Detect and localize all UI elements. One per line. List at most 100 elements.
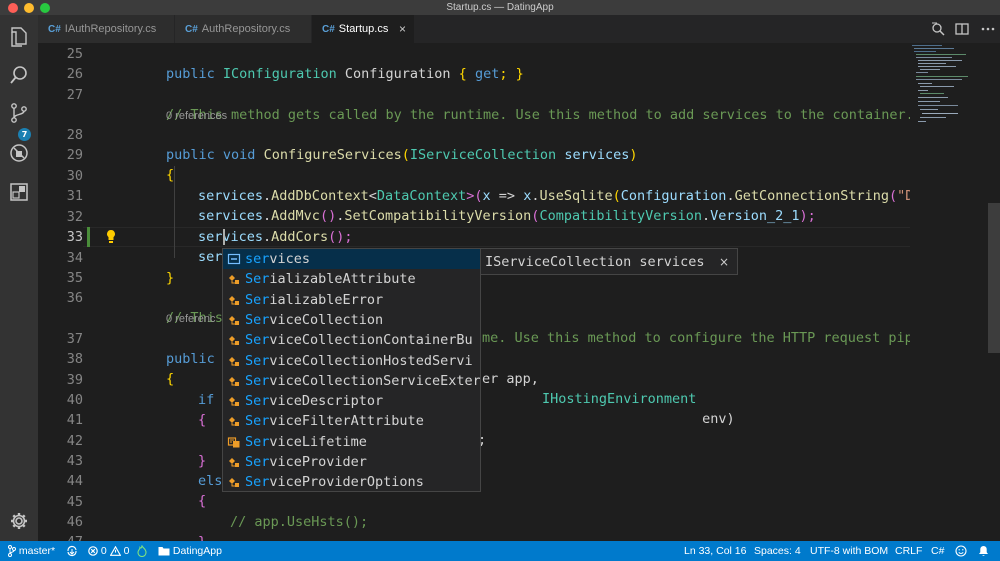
debug-icon[interactable] bbox=[7, 141, 31, 165]
sync-icon[interactable] bbox=[66, 541, 78, 561]
line-number: 39 bbox=[66, 372, 83, 388]
smiley-feedback-icon[interactable] bbox=[955, 541, 967, 561]
status-indentation[interactable]: Spaces: 4 bbox=[754, 541, 801, 561]
line-number: 44 bbox=[66, 473, 83, 489]
line-number: 28 bbox=[66, 127, 83, 143]
suggest-item[interactable]: ServiceProvider bbox=[223, 452, 480, 472]
minimap[interactable] bbox=[910, 43, 988, 541]
suggest-item[interactable]: ServiceCollectionHostedServi bbox=[223, 351, 480, 371]
code-line: 27 // This method gets called by the run… bbox=[38, 85, 910, 123]
line-number: 32 bbox=[66, 209, 83, 225]
code-line: 30 services.AddDbContext<DataContext>(x … bbox=[38, 166, 910, 204]
status-problems[interactable]: 0 0 bbox=[88, 541, 129, 561]
search-icon[interactable] bbox=[7, 63, 31, 87]
more-actions-icon[interactable] bbox=[980, 21, 996, 37]
line-number: 26 bbox=[66, 66, 83, 82]
code-line: 26 bbox=[38, 64, 910, 84]
class-icon bbox=[227, 354, 241, 368]
window-title-bar: Startup.cs — DatingApp bbox=[0, 0, 1000, 15]
suggest-item[interactable]: ServiceCollection bbox=[223, 310, 480, 330]
line-number: 31 bbox=[66, 188, 83, 204]
status-eol[interactable]: CRLF bbox=[895, 541, 922, 561]
open-changes-icon[interactable] bbox=[930, 21, 946, 37]
class-icon bbox=[227, 455, 241, 469]
project-name: DatingApp bbox=[172, 545, 222, 557]
tab-close-icon[interactable]: × bbox=[399, 15, 406, 43]
status-branch[interactable]: master* bbox=[8, 541, 55, 561]
suggest-item[interactable]: ServiceProviderOptions bbox=[223, 472, 480, 492]
enum-icon bbox=[227, 435, 241, 449]
status-language[interactable]: C# bbox=[931, 541, 944, 561]
line-number: 33 bbox=[66, 229, 83, 245]
branch-name: master* bbox=[18, 545, 56, 557]
flame-icon[interactable] bbox=[137, 541, 147, 561]
line-number: 25 bbox=[66, 46, 83, 62]
window-title: Startup.cs — DatingApp bbox=[446, 2, 554, 13]
class-icon bbox=[227, 394, 241, 408]
split-editor-icon[interactable] bbox=[954, 21, 970, 37]
tab-label: IAuthRepository.cs bbox=[64, 23, 157, 35]
close-icon[interactable]: × bbox=[719, 249, 729, 275]
status-encoding[interactable]: UTF-8 with BOM bbox=[810, 541, 888, 561]
explorer-icon[interactable] bbox=[7, 25, 31, 49]
code-line-active: 33 ser bbox=[38, 227, 910, 265]
window-close-button[interactable] bbox=[8, 3, 18, 13]
line-number: 35 bbox=[66, 270, 83, 286]
window-maximize-button[interactable] bbox=[40, 3, 50, 13]
status-cursor-position[interactable]: Ln 33, Col 16 bbox=[684, 541, 746, 561]
line-number: 36 bbox=[66, 290, 83, 306]
activity-bar: 7 bbox=[0, 15, 38, 541]
suggest-item[interactable]: SerializableAttribute bbox=[223, 269, 480, 289]
suggest-detail-signature: IServiceCollection services bbox=[485, 254, 705, 270]
line-number: 42 bbox=[66, 433, 83, 449]
error-icon bbox=[88, 546, 98, 557]
tab-label: AuthRepository.cs bbox=[201, 23, 291, 35]
warning-count: 0 bbox=[123, 545, 130, 557]
suggest-item-services[interactable]: services bbox=[223, 249, 480, 270]
line-number: 38 bbox=[66, 351, 83, 367]
source-control-badge: 7 bbox=[18, 128, 31, 141]
suggest-item[interactable]: ServiceDescriptor bbox=[223, 391, 480, 411]
class-icon bbox=[227, 374, 241, 388]
class-icon bbox=[227, 333, 241, 347]
tab-authrepository[interactable]: C# AuthRepository.cs bbox=[175, 15, 311, 43]
tab-iauthrepository[interactable]: C# IAuthRepository.cs bbox=[38, 15, 174, 43]
settings-gear-icon[interactable] bbox=[7, 509, 31, 533]
code-line: 31 services.AddMvc().SetCompatibilityVer… bbox=[38, 186, 910, 224]
field-icon bbox=[227, 252, 241, 266]
codelens-references[interactable]: 0 referenc bbox=[166, 311, 216, 327]
folder-icon bbox=[158, 547, 170, 556]
window-minimize-button[interactable] bbox=[24, 3, 34, 13]
notifications-bell-icon[interactable] bbox=[978, 541, 989, 561]
status-bar: master* 0 0 DatingApp Ln 33, Col 16 Spac… bbox=[0, 541, 1000, 561]
tab-startup[interactable]: C# Startup.cs × bbox=[312, 15, 414, 43]
line-number: 34 bbox=[66, 250, 83, 266]
csharp-file-icon: C# bbox=[48, 24, 61, 35]
warning-icon bbox=[109, 546, 121, 557]
csharp-file-icon: C# bbox=[322, 24, 335, 35]
line-number: 46 bbox=[66, 514, 83, 530]
codelens-references[interactable]: 0 references bbox=[166, 108, 227, 124]
suggest-item[interactable]: ServiceCollectionServiceExter bbox=[223, 371, 480, 391]
class-icon bbox=[227, 272, 241, 286]
code-line: 29 { bbox=[38, 145, 910, 183]
source-control-icon[interactable] bbox=[7, 101, 31, 125]
status-project[interactable]: DatingApp bbox=[158, 541, 222, 561]
line-number: 29 bbox=[66, 147, 83, 163]
suggest-details-panel: IServiceCollection services × bbox=[481, 248, 738, 275]
code-line: 47 bbox=[38, 532, 910, 541]
lightbulb-icon[interactable] bbox=[105, 229, 117, 245]
suggest-item[interactable]: SerializableError bbox=[223, 290, 480, 310]
scrollbar-thumb[interactable] bbox=[988, 203, 1000, 353]
line-number: 40 bbox=[66, 392, 83, 408]
suggest-item[interactable]: ServiceFilterAttribute bbox=[223, 411, 480, 431]
class-icon bbox=[227, 313, 241, 327]
text-cursor bbox=[223, 229, 225, 245]
autocomplete-suggest-list[interactable]: services SerializableAttribute Serializa… bbox=[222, 248, 481, 492]
suggest-item[interactable]: ServiceLifetime bbox=[223, 432, 480, 452]
extensions-icon[interactable] bbox=[7, 180, 31, 204]
suggest-item[interactable]: ServiceCollectionContainerBu bbox=[223, 330, 480, 350]
vertical-scrollbar[interactable] bbox=[988, 43, 1000, 541]
editor-tab-bar: C# IAuthRepository.cs C# AuthRepository.cs… bbox=[38, 15, 1000, 43]
line-number: 41 bbox=[66, 412, 83, 428]
